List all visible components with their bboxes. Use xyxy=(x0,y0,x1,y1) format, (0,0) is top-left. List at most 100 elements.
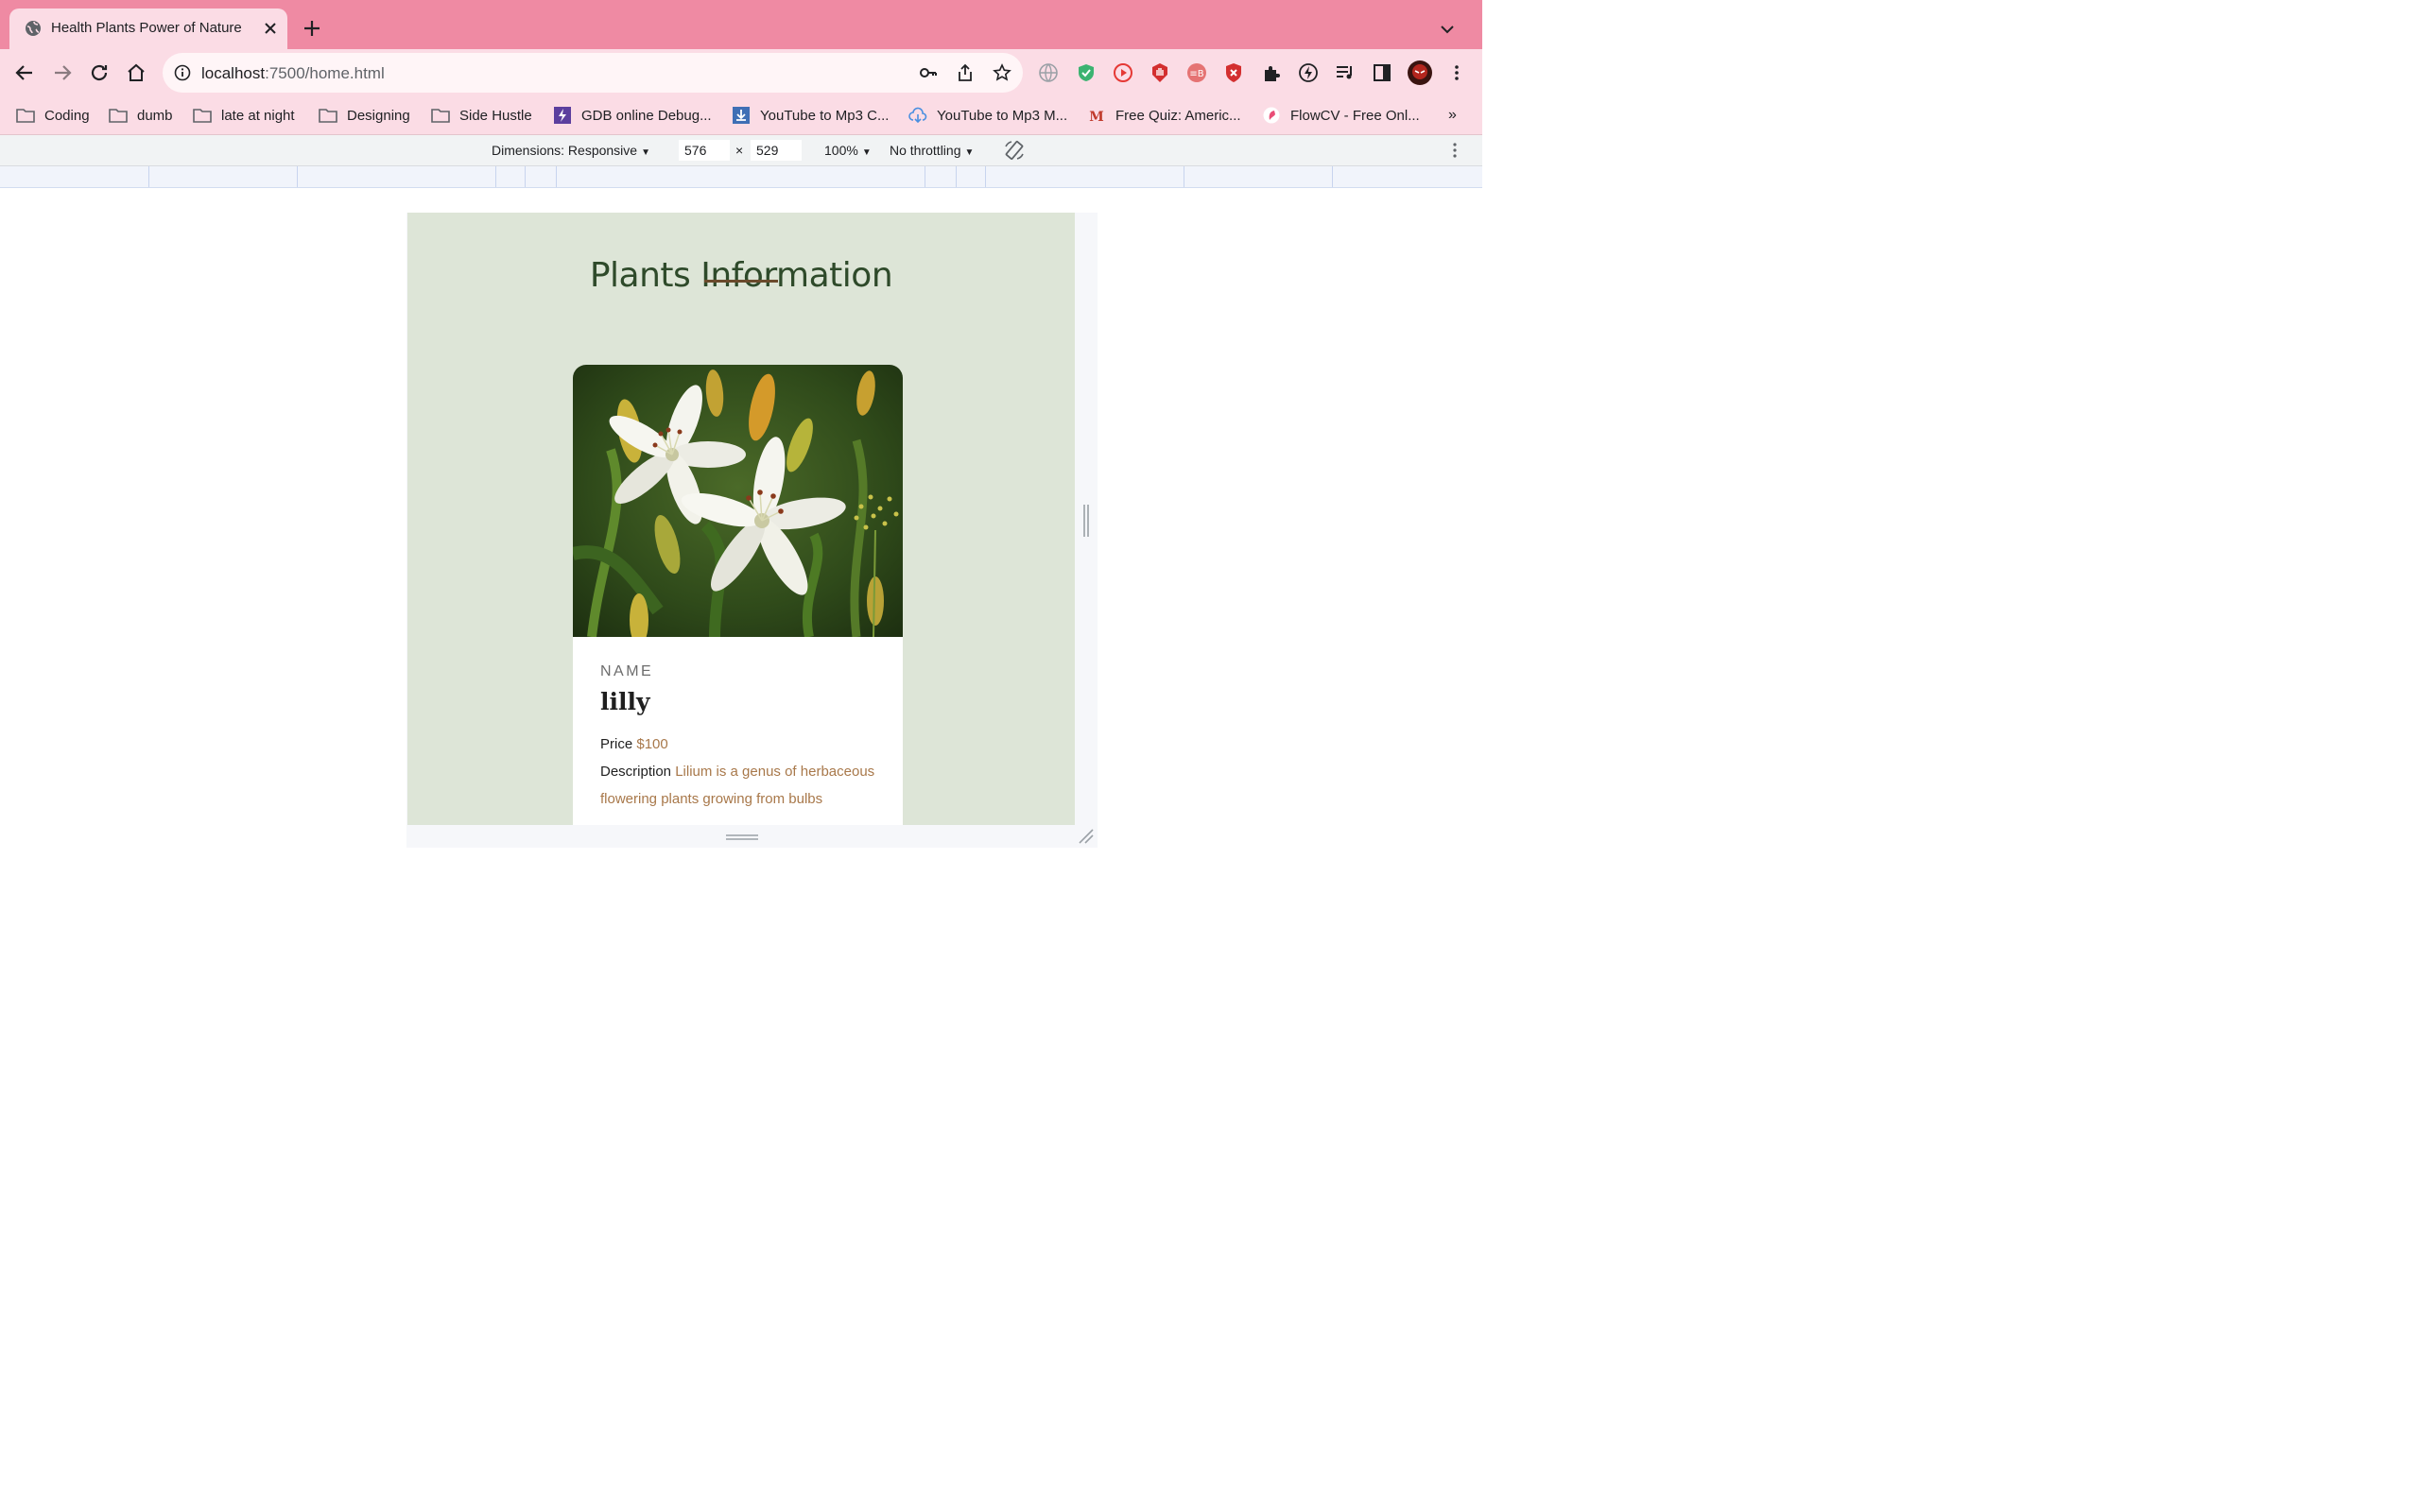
folder-icon xyxy=(431,109,450,123)
chevron-down-icon[interactable] xyxy=(1437,19,1458,40)
media-queue-icon[interactable] xyxy=(1335,62,1356,83)
hand-stop-icon[interactable] xyxy=(1150,62,1170,83)
bookmark-label: Side Hustle xyxy=(459,107,532,124)
shield-check-icon[interactable] xyxy=(1076,62,1097,83)
rotate-icon[interactable] xyxy=(1003,139,1026,162)
folder-icon xyxy=(193,109,212,123)
avatar[interactable] xyxy=(1408,60,1432,85)
bookmark-label: Designing xyxy=(347,107,410,124)
bolt-circle-icon[interactable] xyxy=(1298,62,1319,83)
quiz-icon: M xyxy=(1089,110,1104,124)
device-more-icon[interactable] xyxy=(1445,141,1464,160)
throttling-label: No throttling xyxy=(890,143,961,158)
bookmark-star-icon[interactable] xyxy=(993,63,1011,82)
key-icon[interactable] xyxy=(919,63,938,82)
bookmarks-overflow-button[interactable]: » xyxy=(1448,107,1457,124)
caret-down-icon: ▼ xyxy=(964,147,975,158)
media-query-marker xyxy=(985,166,986,187)
cloud-download-icon xyxy=(908,107,927,124)
back-arrow-icon[interactable] xyxy=(13,61,36,84)
close-tab-icon[interactable] xyxy=(261,19,280,38)
svg-text:M: M xyxy=(1089,110,1104,124)
bookmark-late-at-night[interactable]: late at night xyxy=(193,105,295,126)
bookmark-gdb[interactable]: GDB online Debug... xyxy=(553,105,712,126)
more-vertical-icon[interactable] xyxy=(1446,62,1467,83)
media-query-marker xyxy=(556,166,557,187)
caret-down-icon: ▼ xyxy=(861,147,872,158)
plant-name: lilly xyxy=(600,688,650,715)
svg-text:≡B: ≡B xyxy=(1189,69,1203,79)
globe-extension-icon[interactable] xyxy=(1038,62,1059,83)
caret-down-icon: ▼ xyxy=(641,147,650,158)
flowcv-icon xyxy=(1263,107,1280,124)
resize-handle-right[interactable] xyxy=(1081,505,1091,537)
resize-handle-corner[interactable] xyxy=(1078,828,1095,845)
new-tab-icon[interactable] xyxy=(301,17,323,40)
media-query-marker xyxy=(956,166,957,187)
bookmark-label: late at night xyxy=(221,107,295,124)
price-label: Price xyxy=(600,736,633,752)
home-icon[interactable] xyxy=(125,61,147,84)
throttling-dropdown[interactable]: No throttling ▼ xyxy=(890,143,974,158)
description-line: Description Lilium is a genus of herbace… xyxy=(600,758,884,813)
url-path: :7500/home.html xyxy=(265,64,385,82)
media-query-marker xyxy=(495,166,496,187)
address-bar[interactable]: localhost:7500/home.html xyxy=(163,53,1023,93)
dimensions-label: Dimensions: Responsive xyxy=(492,143,638,158)
folder-icon xyxy=(16,109,35,123)
globe-icon xyxy=(26,21,41,36)
width-input[interactable]: 576 xyxy=(679,140,730,161)
bookmark-designing[interactable]: Designing xyxy=(319,105,410,126)
device-toolbar: Dimensions: Responsive ▼ 576 × 529 100% ▼ … xyxy=(0,135,1482,166)
resize-handle-bottom[interactable] xyxy=(726,833,758,841)
puzzle-extensions-icon[interactable] xyxy=(1261,62,1282,83)
height-input[interactable]: 529 xyxy=(751,140,802,161)
url-text[interactable]: localhost:7500/home.html xyxy=(201,64,385,83)
times-label: × xyxy=(735,143,744,158)
bookmark-label: Free Quiz: Americ... xyxy=(1115,107,1241,124)
browser-toolbar: localhost:7500/home.html ≡B xyxy=(0,49,1482,96)
name-label: NAME xyxy=(600,663,654,679)
lily-photo xyxy=(573,365,903,637)
media-query-marker xyxy=(525,166,526,187)
bookmark-youtube-mp3-m[interactable]: YouTube to Mp3 M... xyxy=(908,105,1067,126)
gdb-icon xyxy=(554,107,571,124)
folder-icon xyxy=(319,109,337,123)
bookmark-label: dumb xyxy=(137,107,173,124)
bookmark-dumb[interactable]: dumb xyxy=(109,105,173,126)
browser-tab-active[interactable]: Health Plants Power of Nature xyxy=(9,9,287,49)
bookmarks-bar: Coding dumb late at night Designing Side… xyxy=(0,96,1482,135)
bookmark-label: YouTube to Mp3 M... xyxy=(937,107,1068,124)
price-value: $100 xyxy=(636,736,668,752)
bookmark-flowcv[interactable]: FlowCV - Free Onl... xyxy=(1262,105,1420,126)
emulated-viewport: Plants Information NAME lilly Price $100… xyxy=(407,213,1075,825)
side-panel-icon[interactable] xyxy=(1372,62,1392,83)
tab-title: Health Plants Power of Nature xyxy=(51,20,242,36)
media-query-marker xyxy=(148,166,149,187)
forward-arrow-icon[interactable] xyxy=(51,61,74,84)
tab-strip: Health Plants Power of Nature xyxy=(0,0,1482,49)
media-query-marker xyxy=(1332,166,1333,187)
page-title: Plants Information xyxy=(589,256,893,296)
bookmark-label: FlowCV - Free Onl... xyxy=(1290,107,1420,124)
zoom-label: 100% xyxy=(824,143,858,158)
bookmark-coding[interactable]: Coding xyxy=(16,105,90,126)
zoom-dropdown[interactable]: 100% ▼ xyxy=(824,143,872,158)
reload-icon[interactable] xyxy=(88,61,111,84)
bookmark-youtube-mp3-c[interactable]: YouTube to Mp3 C... xyxy=(732,105,889,126)
b-badge-icon[interactable]: ≡B xyxy=(1186,62,1207,83)
download-icon xyxy=(733,107,750,124)
bookmark-free-quiz[interactable]: M Free Quiz: Americ... xyxy=(1087,105,1241,126)
media-query-marker xyxy=(297,166,298,187)
bookmark-side-hustle[interactable]: Side Hustle xyxy=(431,105,532,126)
shield-x-icon[interactable] xyxy=(1223,62,1244,83)
price-line: Price $100 xyxy=(600,730,884,758)
bookmark-label: GDB online Debug... xyxy=(581,107,712,124)
share-icon[interactable] xyxy=(956,63,975,82)
bookmark-label: YouTube to Mp3 C... xyxy=(760,107,890,124)
info-icon[interactable] xyxy=(174,64,191,81)
dimensions-dropdown[interactable]: Dimensions: Responsive ▼ xyxy=(492,143,650,158)
description-label: Description xyxy=(600,764,672,780)
media-query-bar[interactable] xyxy=(0,166,1482,188)
play-circle-icon[interactable] xyxy=(1113,62,1133,83)
